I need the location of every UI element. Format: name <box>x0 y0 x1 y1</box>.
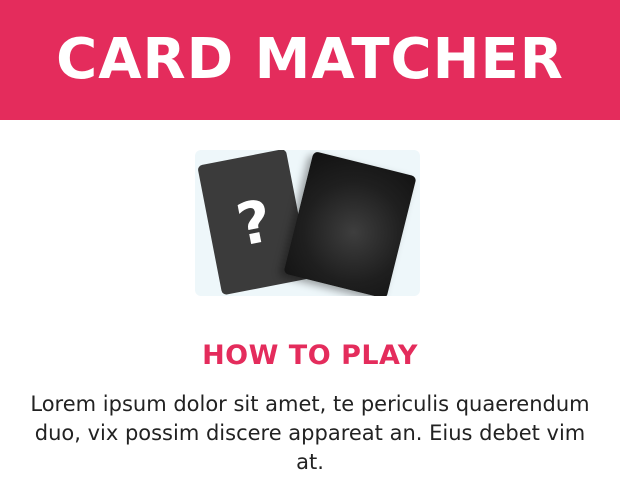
how-to-play-heading: HOW TO PLAY <box>202 340 418 371</box>
cards-illustration: ? <box>195 150 420 296</box>
question-mark: ? <box>231 186 278 260</box>
header-bar: CARD MATCHER <box>0 0 620 120</box>
game-title: CARD MATCHER <box>56 27 564 92</box>
app-screen: CARD MATCHER ? HOW TO PLAY Lorem ipsum d… <box>0 0 620 480</box>
face-down-card-icon <box>283 151 417 296</box>
how-to-play-text: Lorem ipsum dolor sit amet, te periculis… <box>30 392 590 474</box>
